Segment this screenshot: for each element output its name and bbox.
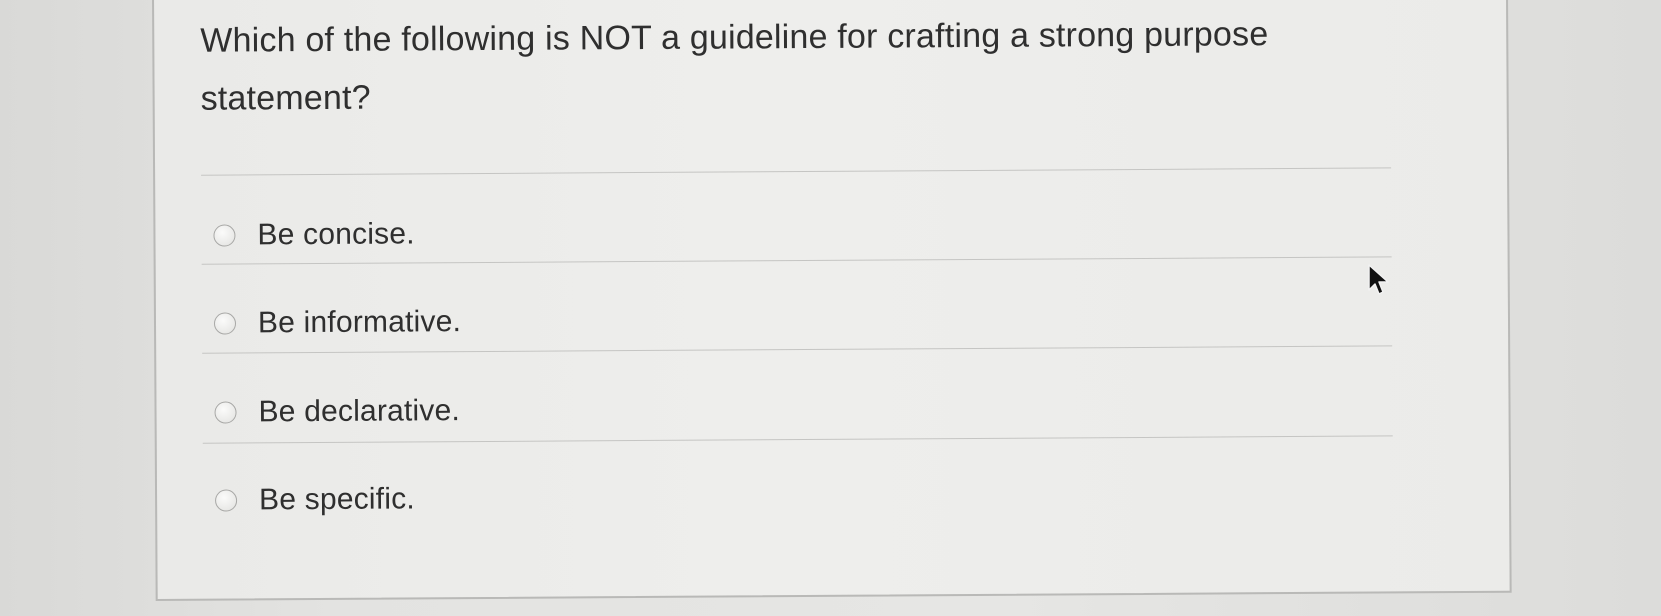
- question-card: Which of the following is NOT a guidelin…: [152, 0, 1512, 601]
- radio-button-icon[interactable]: [213, 224, 236, 247]
- answer-option-4[interactable]: Be specific.: [215, 479, 415, 520]
- divider: [201, 167, 1392, 176]
- answer-option-3[interactable]: Be declarative.: [214, 391, 460, 432]
- radio-button-icon[interactable]: [213, 312, 237, 335]
- divider: [202, 435, 1393, 444]
- radio-button-icon[interactable]: [215, 489, 238, 512]
- answer-option-2[interactable]: Be informative.: [213, 302, 462, 344]
- divider: [201, 256, 1392, 265]
- answer-option-label: Be declarative.: [258, 394, 461, 429]
- radio-button-icon[interactable]: [214, 401, 237, 424]
- answer-option-label: Be informative.: [257, 305, 462, 340]
- answer-option-label: Be concise.: [257, 217, 415, 252]
- answer-option-label: Be specific.: [258, 482, 415, 517]
- question-text: Which of the following is NOT a guidelin…: [200, 15, 1269, 118]
- answer-option-1[interactable]: Be concise.: [213, 214, 415, 255]
- divider: [202, 345, 1393, 354]
- arrow-cursor-icon: [1368, 264, 1389, 295]
